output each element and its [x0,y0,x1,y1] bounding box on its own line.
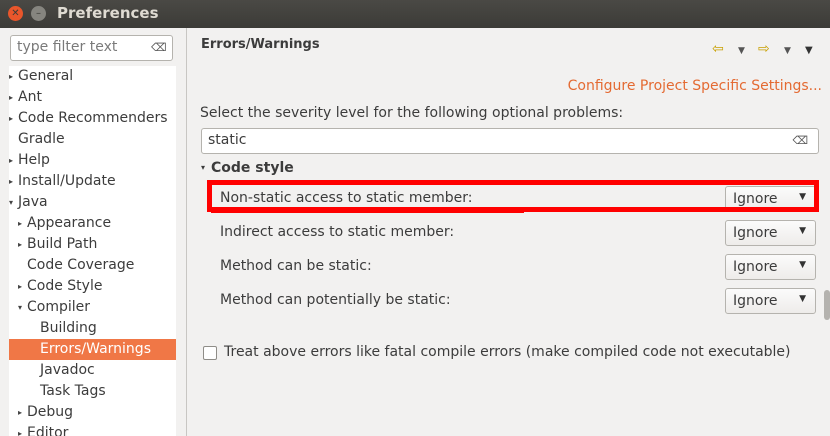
scrollbar[interactable] [824,290,830,320]
tree-item[interactable]: Gradle [9,129,176,150]
tree-item-label: Appearance [27,215,112,231]
tree-item-label: Ant [18,89,42,105]
option-label: Indirect access to static member: [220,224,455,240]
tree-item-label: Building [40,320,97,336]
chevron-down-icon: ▼ [799,260,806,270]
tree-item[interactable]: Building [9,318,176,339]
main-panel: Errors/Warnings ⇦ ▼ ⇨ ▼ ▼ Configure Proj… [187,28,830,436]
tree-item[interactable]: Task Tags [9,381,176,402]
tree-item-label: Code Coverage [27,257,135,273]
tree-item[interactable]: ▸ Editor [9,423,176,436]
tree-item[interactable]: Code Coverage [9,255,176,276]
tree-item-label: Java [18,194,48,210]
back-arrow-icon[interactable]: ⇦ [712,41,724,57]
tree-item-label: Editor [27,425,69,436]
checkbox-label: Treat above errors like fatal compile er… [224,344,791,360]
tree-item[interactable]: ▾ Compiler [9,297,176,318]
option-label: Method can be static: [220,258,372,274]
tree-item[interactable]: ▸ Debug [9,402,176,423]
severity-select[interactable]: Ignore ▼ [725,288,816,314]
tree-item[interactable]: ▸ Code Recommenders [9,108,176,129]
tree-item[interactable]: ▸ Build Path [9,234,176,255]
tree-item-label: Build Path [27,236,98,252]
option-label: Method can potentially be static: [220,292,451,308]
collapse-arrow-icon[interactable]: ▾ [9,192,18,213]
option-row: Method can potentially be static: Ignore… [220,287,820,315]
expand-arrow-icon[interactable]: ▸ [18,423,27,436]
expand-arrow-icon[interactable]: ▸ [18,234,27,255]
forward-arrow-icon[interactable]: ⇨ [758,41,770,57]
title-bar: ✕ – Preferences [0,0,830,28]
tree-item[interactable]: ▸ General [9,66,176,87]
close-icon[interactable]: ✕ [8,6,23,21]
search-field[interactable]: ⌫ [201,128,819,154]
chevron-down-icon[interactable]: ▼ [784,46,791,56]
section-label: Code style [211,160,294,176]
tree-item-label: Compiler [27,299,91,315]
window-title: Preferences [57,4,159,22]
highlight-underline [211,208,524,213]
tree-item[interactable]: ▸ Ant [9,87,176,108]
expand-arrow-icon[interactable]: ▸ [18,213,27,234]
tree-item[interactable]: ▾ Java [9,192,176,213]
select-value: Ignore [733,259,778,275]
clear-filter-icon[interactable]: ⌫ [151,41,167,54]
severity-label: Select the severity level for the follow… [200,105,624,121]
tree-item[interactable]: Javadoc [9,360,176,381]
sidebar: ⌫ ▸General ▸Ant ▸Code Recommenders Gradl… [0,28,187,436]
tree-item[interactable]: ▸ Appearance [9,213,176,234]
filter-field[interactable]: ⌫ [10,35,173,61]
minimize-icon[interactable]: – [31,6,46,21]
collapse-arrow-icon[interactable]: ▾ [201,163,205,172]
view-menu-icon[interactable]: ▼ [805,45,813,56]
tree-item-label: General [18,68,74,84]
expand-arrow-icon[interactable]: ▸ [18,276,27,297]
tree-item[interactable]: ▸ Help [9,150,176,171]
tree-item-label: Task Tags [40,383,106,399]
page-header: Errors/Warnings ⇦ ▼ ⇨ ▼ ▼ [187,28,830,68]
preference-tree: ▸ General ▸ Ant ▸ Code Recommenders Gradle … [9,66,176,436]
tree-item-label: Help [18,152,50,168]
expand-arrow-icon[interactable]: ▸ [9,66,18,87]
expand-arrow-icon[interactable]: ▸ [9,150,18,171]
tree-item-label: Debug [27,404,74,420]
search-input[interactable] [208,132,768,148]
tree-item[interactable]: ▸ Install/Update [9,171,176,192]
fatal-errors-checkbox[interactable] [203,346,217,360]
page-title: Errors/Warnings [201,37,320,52]
option-row: Indirect access to static member: Ignore… [220,219,820,247]
tree-item-label: Install/Update [18,173,116,189]
tree-item-label: Code Style [27,278,103,294]
expand-arrow-icon[interactable]: ▸ [9,108,18,129]
tree-item-label: Code Recommenders [18,110,168,126]
select-value: Ignore [733,225,778,241]
severity-select[interactable]: Ignore ▼ [725,220,816,246]
tree-item[interactable]: ▸ Code Style [9,276,176,297]
configure-project-link[interactable]: Configure Project Specific Settings... [568,78,822,94]
tree-item-label: Javadoc [40,362,95,378]
clear-search-icon[interactable]: ⌫ [792,134,808,147]
expand-arrow-icon[interactable]: ▸ [18,402,27,423]
chevron-down-icon: ▼ [799,226,806,236]
expand-arrow-icon[interactable]: ▸ [9,171,18,192]
chevron-down-icon[interactable]: ▼ [738,46,745,56]
chevron-down-icon: ▼ [799,294,806,304]
select-value: Ignore [733,293,778,309]
collapse-arrow-icon[interactable]: ▾ [18,297,27,318]
tree-item-selected[interactable]: Errors/Warnings [9,339,176,360]
tree-item-label: Errors/Warnings [40,341,151,357]
tree-item-label: Gradle [18,131,65,147]
option-row: Method can be static: Ignore ▼ [220,253,820,281]
filter-input[interactable] [17,39,142,55]
code-style-section[interactable]: ▾ Code style [201,160,294,176]
expand-arrow-icon[interactable]: ▸ [9,87,18,108]
severity-select[interactable]: Ignore ▼ [725,254,816,280]
